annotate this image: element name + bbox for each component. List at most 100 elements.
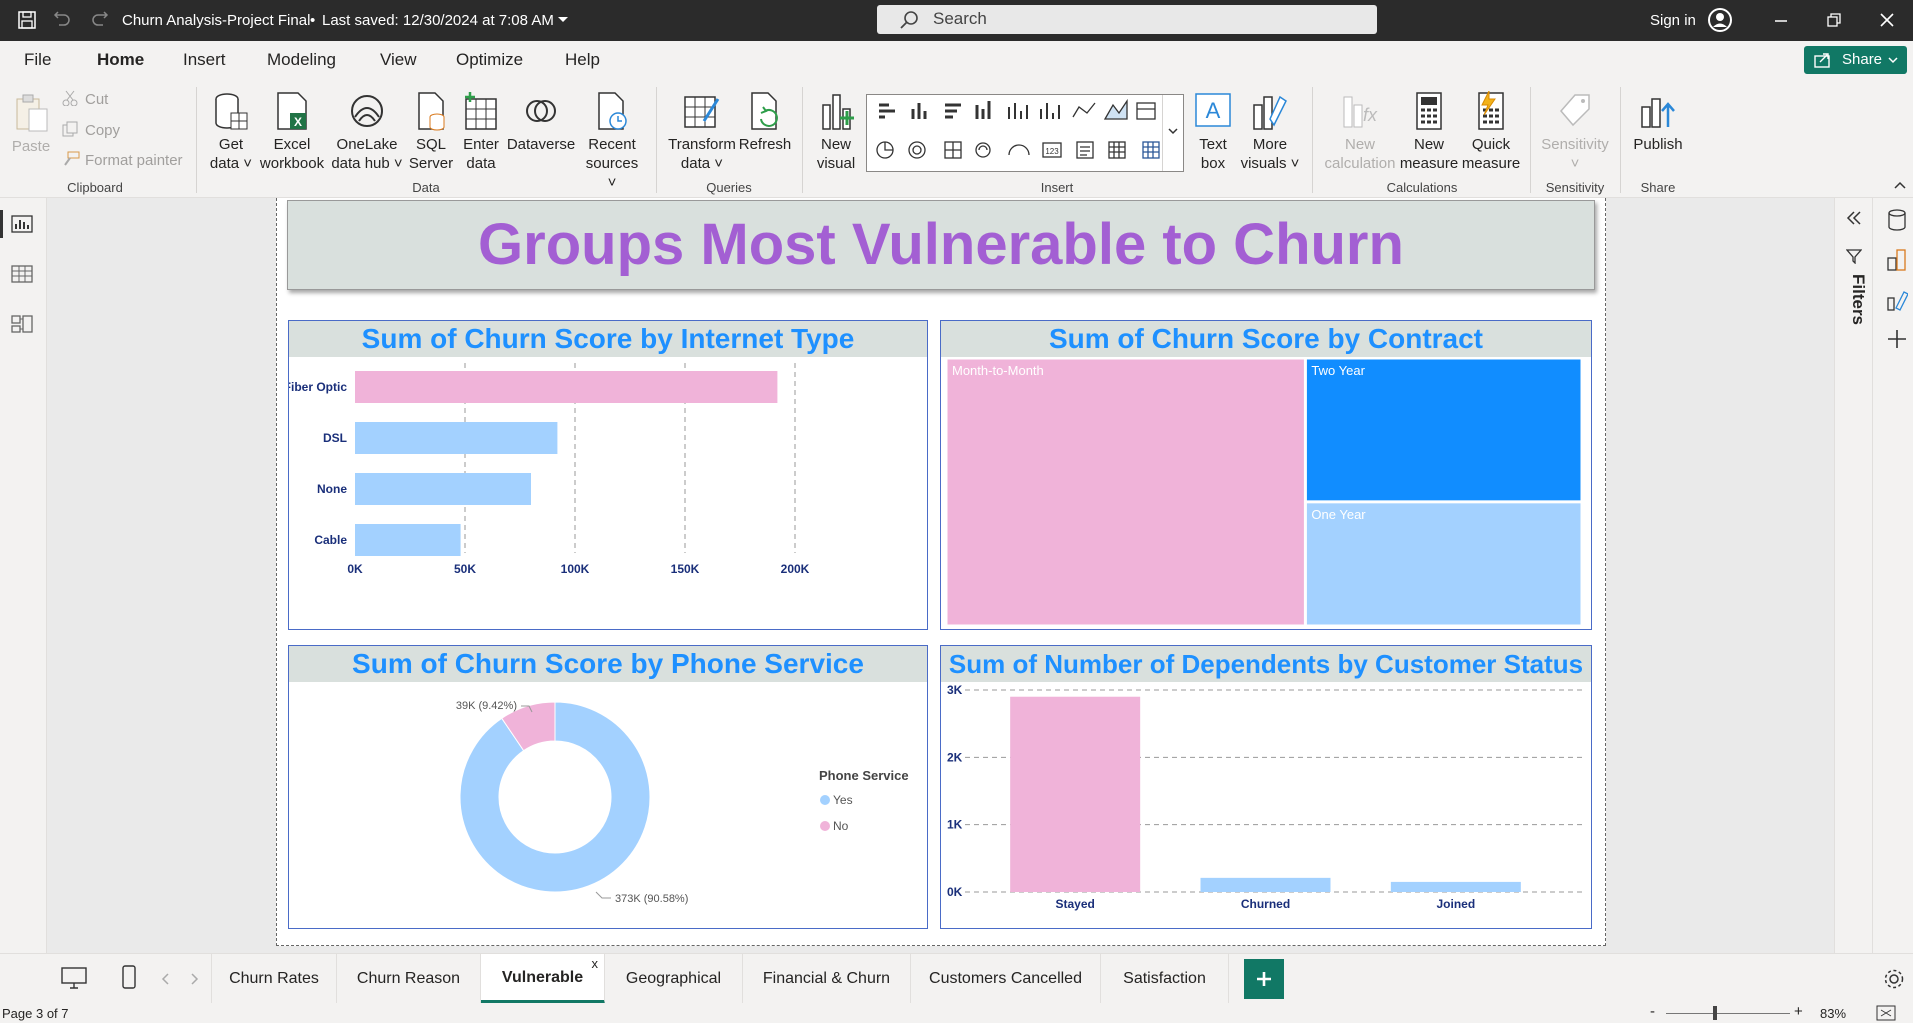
- data-pane-icon[interactable]: [1886, 208, 1908, 232]
- y-category-label: Cable: [314, 533, 347, 547]
- contract-treemap-card[interactable]: Sum of Churn Score by Contract Month-to-…: [940, 320, 1592, 630]
- report-page: Groups Most Vulnerable to Churn Sum of C…: [276, 198, 1606, 946]
- dataverse-button[interactable]: Dataverse: [506, 91, 576, 154]
- data-label: 373K (90.58%): [615, 893, 688, 905]
- page-indicator: Page 3 of 7: [2, 1006, 69, 1021]
- internet-type-chart-card[interactable]: Sum of Churn Score by Internet Type 0K 50…: [288, 320, 928, 630]
- format-pane-icon[interactable]: [1886, 248, 1908, 272]
- quick-measure-button[interactable]: Quick measure: [1460, 91, 1522, 173]
- tab-churn-reason[interactable]: Churn Reason: [337, 954, 481, 1004]
- new-measure-label-2: measure: [1399, 155, 1459, 172]
- gallery-expand-button[interactable]: [1162, 95, 1183, 171]
- x-tick-label: 50K: [454, 562, 476, 576]
- right-pane: Filters: [1834, 198, 1913, 953]
- visualizations-gallery[interactable]: 123: [866, 94, 1184, 172]
- refresh-button[interactable]: Refresh: [738, 91, 792, 154]
- chevron-down-icon[interactable]: [557, 16, 569, 24]
- table-view-icon[interactable]: [11, 264, 33, 284]
- filters-pane-collapsed[interactable]: Filters: [1835, 198, 1873, 953]
- redo-icon[interactable]: [90, 10, 110, 30]
- new-visual-button[interactable]: New visual: [812, 91, 860, 173]
- get-data-button[interactable]: Get data ˅: [206, 91, 256, 173]
- chevron-right-icon[interactable]: [190, 972, 200, 986]
- refresh-label: Refresh: [738, 136, 792, 153]
- close-icon[interactable]: [1879, 12, 1895, 28]
- format-painter-button[interactable]: Format painter: [85, 152, 183, 169]
- onelake-data-hub-button[interactable]: OneLake data hub ˅: [328, 91, 406, 173]
- close-tab-icon[interactable]: x: [592, 940, 599, 988]
- customer-status-chart-card[interactable]: Sum of Number of Dependents by Customer …: [940, 645, 1592, 929]
- zoom-slider-track[interactable]: [1666, 1013, 1790, 1014]
- recent-sources-button[interactable]: Recent sources ˅: [580, 91, 644, 192]
- tab-financial-churn[interactable]: Financial & Churn: [743, 954, 911, 1004]
- report-view-icon[interactable]: [11, 214, 33, 234]
- tab-vulnerable[interactable]: Vulnerable x: [481, 954, 605, 1004]
- publish-icon: [1641, 98, 1675, 128]
- menu-modeling[interactable]: Modeling: [267, 50, 336, 70]
- zoom-out-button[interactable]: -: [1650, 1003, 1655, 1020]
- undo-icon[interactable]: [52, 10, 72, 30]
- refresh-icon: [751, 92, 778, 130]
- desktop-layout-icon[interactable]: [60, 966, 88, 990]
- chart-title: Sum of Churn Score by Phone Service: [289, 646, 927, 682]
- sign-in-link[interactable]: Sign in: [1650, 12, 1696, 29]
- expand-left-icon[interactable]: [1845, 210, 1863, 226]
- svg-text:fx: fx: [1363, 105, 1378, 125]
- x-category-label: Stayed: [1055, 897, 1094, 911]
- build-visual-icon[interactable]: [1886, 288, 1908, 312]
- menu-help[interactable]: Help: [565, 50, 600, 70]
- tab-geographical[interactable]: Geographical: [605, 954, 743, 1004]
- mobile-layout-icon[interactable]: [120, 964, 138, 992]
- zoom-in-button[interactable]: +: [1794, 1003, 1803, 1020]
- menu-file[interactable]: File: [24, 50, 51, 70]
- collapse-ribbon-icon[interactable]: [1893, 180, 1907, 190]
- format-painter-icon: [64, 151, 80, 166]
- cut-button[interactable]: Cut: [85, 91, 108, 108]
- add-page-button[interactable]: [1244, 959, 1284, 999]
- share-label: Share: [1842, 51, 1883, 68]
- add-pane-icon[interactable]: [1886, 328, 1908, 350]
- tab-satisfaction[interactable]: Satisfaction: [1101, 954, 1229, 1004]
- sql-server-button[interactable]: SQL Server: [408, 91, 454, 173]
- save-icon[interactable]: [17, 10, 37, 30]
- more-visuals-button[interactable]: More visuals ˅: [1238, 91, 1302, 173]
- menu-view[interactable]: View: [380, 50, 417, 70]
- publish-button[interactable]: Publish: [1628, 91, 1688, 154]
- paste-label: Paste: [11, 138, 51, 155]
- group-share: Share: [1640, 180, 1676, 195]
- tab-churn-rates[interactable]: Churn Rates: [212, 954, 337, 1004]
- fit-to-page-icon[interactable]: [1876, 1005, 1896, 1021]
- tab-customers-cancelled[interactable]: Customers Cancelled: [911, 954, 1101, 1004]
- model-view-icon[interactable]: [11, 314, 33, 334]
- bar: [355, 371, 778, 403]
- new-measure-button[interactable]: New measure: [1398, 91, 1460, 173]
- minimize-icon[interactable]: [1773, 13, 1789, 29]
- account-icon[interactable]: [1707, 7, 1733, 33]
- paste-button[interactable]: Paste: [10, 93, 52, 156]
- ribbon-separator: [196, 87, 197, 193]
- menu-home[interactable]: Home: [97, 50, 144, 70]
- tab-vulnerable-label: Vulnerable: [501, 969, 584, 986]
- chevron-down-icon: ˅: [710, 155, 724, 172]
- enter-data-button[interactable]: Enter data: [456, 91, 506, 173]
- new-calculation-button[interactable]: fx New calculation: [1322, 91, 1398, 173]
- copy-button[interactable]: Copy: [85, 122, 120, 139]
- share-button[interactable]: Share: [1804, 46, 1907, 74]
- restore-icon[interactable]: [1826, 12, 1842, 28]
- group-queries: Queries: [706, 180, 752, 195]
- menu-insert[interactable]: Insert: [183, 50, 226, 70]
- onelake-label-2: data hub: [331, 155, 390, 172]
- sensitivity-button[interactable]: Sensitivity ˅: [1538, 91, 1612, 173]
- zoom-slider-thumb[interactable]: [1713, 1006, 1717, 1020]
- banner[interactable]: Groups Most Vulnerable to Churn: [287, 200, 1595, 290]
- menu-optimize[interactable]: Optimize: [456, 50, 523, 70]
- transform-data-button[interactable]: Transform data ˅: [666, 91, 738, 173]
- ribbon-separator: [1530, 87, 1531, 193]
- search-box[interactable]: Search: [877, 5, 1377, 34]
- phone-service-chart-card[interactable]: Sum of Churn Score by Phone Service 39K …: [288, 645, 928, 929]
- zoom-level: 83%: [1820, 1006, 1847, 1021]
- excel-workbook-button[interactable]: X Excel workbook: [258, 91, 326, 173]
- chevron-left-icon[interactable]: [160, 972, 170, 986]
- settings-gear-icon[interactable]: [1883, 968, 1905, 990]
- text-box-button[interactable]: A Text box: [1190, 91, 1236, 173]
